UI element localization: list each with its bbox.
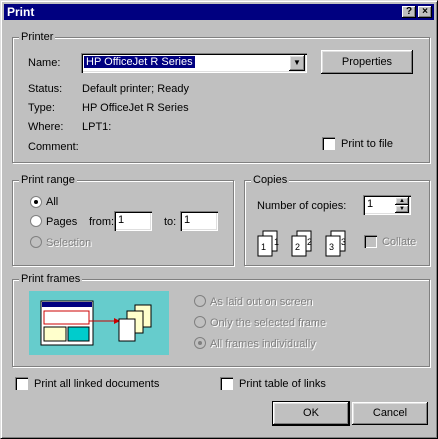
status-value: Default printer; Ready bbox=[82, 83, 189, 95]
copies-number-input[interactable]: 1 ▲ ▼ bbox=[363, 195, 411, 215]
printer-name-value: HP OfficeJet R Series bbox=[84, 56, 195, 68]
spin-up-icon[interactable]: ▲ bbox=[395, 197, 409, 205]
svg-text:1: 1 bbox=[274, 237, 279, 247]
frames-layout-label[interactable]: As laid out on screen bbox=[210, 296, 313, 308]
print-to-file-checkbox[interactable] bbox=[322, 137, 335, 150]
copies-number-label: Number of copies: bbox=[257, 200, 347, 212]
status-label: Status: bbox=[28, 83, 63, 95]
linked-docs-label[interactable]: Print all linked documents bbox=[34, 378, 159, 390]
type-label: Type: bbox=[28, 102, 55, 114]
ok-button[interactable]: OK bbox=[272, 401, 350, 426]
printer-name-label: Name: bbox=[28, 57, 61, 69]
collate-label[interactable]: Collate bbox=[382, 236, 416, 248]
title-bar[interactable]: Print ? × bbox=[4, 4, 434, 20]
range-to-value: 1 bbox=[184, 214, 191, 226]
copies-number-value: 1 bbox=[367, 198, 374, 210]
print-frames-label: Print frames bbox=[19, 273, 83, 285]
range-from-label: from: bbox=[89, 216, 115, 228]
type-value: HP OfficeJet R Series bbox=[82, 102, 189, 114]
svg-text:3: 3 bbox=[329, 242, 334, 252]
print-dialog: Print ? × Printer Name: HP OfficeJet R S… bbox=[0, 0, 438, 439]
where-value: LPT1: bbox=[82, 121, 112, 133]
range-from-input[interactable]: 1 bbox=[114, 211, 152, 231]
frames-layout-radio[interactable] bbox=[194, 295, 206, 307]
range-from-value: 1 bbox=[118, 214, 125, 226]
help-button[interactable]: ? bbox=[402, 6, 416, 18]
frames-individually-radio[interactable] bbox=[194, 337, 206, 349]
table-of-links-checkbox[interactable] bbox=[220, 377, 233, 390]
svg-text:2: 2 bbox=[295, 242, 300, 252]
frames-selected-radio[interactable] bbox=[194, 316, 206, 328]
comment-label: Comment: bbox=[28, 141, 79, 153]
frames-selected-label[interactable]: Only the selected frame bbox=[210, 317, 326, 329]
window-title: Print bbox=[7, 5, 35, 19]
table-of-links-label[interactable]: Print table of links bbox=[239, 378, 326, 390]
range-selection-radio[interactable] bbox=[30, 236, 42, 248]
copies-label: Copies bbox=[251, 174, 290, 186]
svg-text:1: 1 bbox=[261, 242, 266, 252]
range-to-label: to: bbox=[164, 216, 177, 228]
range-all-radio[interactable] bbox=[30, 196, 42, 208]
frames-illustration-icon bbox=[29, 291, 169, 355]
svg-text:2: 2 bbox=[307, 237, 312, 247]
printer-group-label: Printer bbox=[19, 31, 56, 43]
frames-individually-label[interactable]: All frames individually bbox=[210, 338, 316, 350]
collate-illustration-icon: 11 22 33 bbox=[257, 230, 346, 257]
close-button[interactable]: × bbox=[418, 6, 432, 18]
chevron-down-icon[interactable]: ▼ bbox=[289, 55, 305, 71]
printer-name-select[interactable]: HP OfficeJet R Series ▼ bbox=[81, 53, 307, 73]
print-to-file-label[interactable]: Print to file bbox=[341, 138, 393, 150]
range-all-label[interactable]: All bbox=[46, 196, 58, 208]
range-pages-label[interactable]: Pages bbox=[46, 216, 77, 228]
range-pages-radio[interactable] bbox=[30, 215, 42, 227]
spin-down-icon[interactable]: ▼ bbox=[395, 205, 409, 213]
range-selection-label[interactable]: Selection bbox=[46, 237, 91, 249]
print-range-label: Print range bbox=[19, 174, 77, 186]
linked-docs-checkbox[interactable] bbox=[15, 377, 28, 390]
svg-text:3: 3 bbox=[341, 237, 346, 247]
collate-checkbox[interactable] bbox=[364, 235, 377, 248]
cancel-button[interactable]: Cancel bbox=[352, 402, 428, 425]
where-label: Where: bbox=[28, 121, 64, 133]
properties-button[interactable]: Properties bbox=[321, 50, 413, 74]
range-to-input[interactable]: 1 bbox=[180, 211, 218, 231]
